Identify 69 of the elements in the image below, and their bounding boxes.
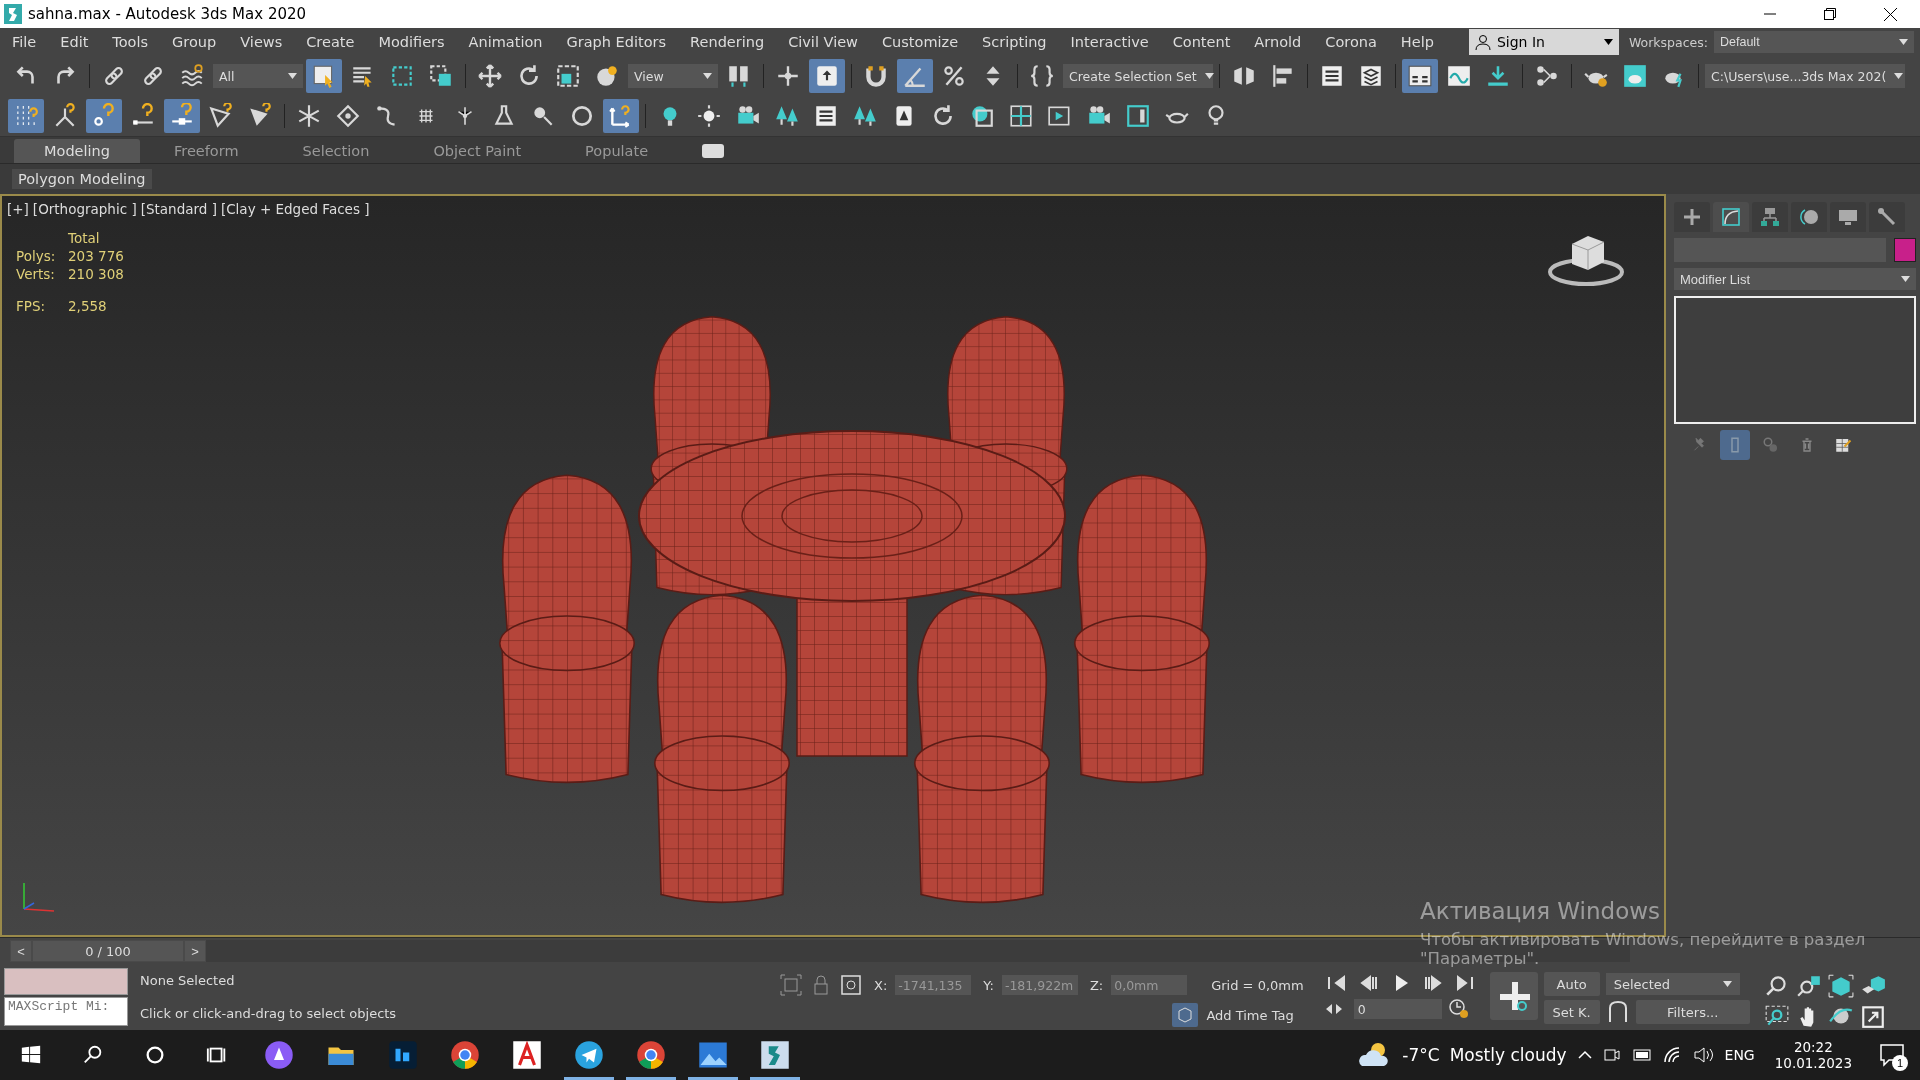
ribbon-tab[interactable]: Populate bbox=[555, 139, 679, 163]
workspaces-label: Workspaces: bbox=[1628, 34, 1708, 50]
weather-text[interactable]: Mostly cloudy bbox=[1449, 1045, 1567, 1065]
key-filters-button[interactable]: Filters... bbox=[1635, 1000, 1750, 1024]
set-key-mode-button[interactable]: Set K. bbox=[1543, 1000, 1600, 1024]
menu-item[interactable]: Animation bbox=[456, 34, 555, 50]
stats-label: FPS: bbox=[16, 298, 47, 314]
dropdown[interactable]: C:\Users\use...3ds Max 202( bbox=[1705, 64, 1905, 88]
menu-item[interactable]: Scripting bbox=[970, 34, 1059, 50]
time-slider-thumb[interactable]: < 0 / 100 > bbox=[10, 940, 206, 962]
notifications-button[interactable]: 1 bbox=[1872, 1035, 1912, 1075]
activation-title: Активация Windows bbox=[1420, 898, 1661, 924]
viewport-label[interactable]: [Clay + Edged Faces ] bbox=[220, 201, 370, 217]
selection-status: None Selected bbox=[140, 973, 236, 988]
menu-item[interactable]: Tools bbox=[100, 34, 161, 50]
ribbon-tab[interactable]: Selection bbox=[272, 139, 400, 163]
stats-header: Total bbox=[68, 230, 101, 246]
menu-item[interactable]: Group bbox=[160, 34, 229, 50]
menu-item[interactable]: Edit bbox=[48, 34, 101, 50]
stats-label: Verts: bbox=[16, 266, 56, 282]
ribbon-tab[interactable]: Freeform bbox=[143, 139, 269, 163]
viewport-label[interactable]: [Standard ] bbox=[140, 201, 217, 217]
coord-label: Z: bbox=[1089, 977, 1104, 993]
prompt-text: Click or click-and-drag to select objects bbox=[140, 1006, 398, 1021]
stats-value: 203 776 bbox=[68, 248, 124, 264]
menu-item[interactable]: Civil View bbox=[776, 34, 870, 50]
menu-item[interactable]: Help bbox=[1388, 34, 1446, 50]
menu-item[interactable]: Modifiers bbox=[366, 34, 457, 50]
temperature-text[interactable]: -7°C bbox=[1402, 1045, 1440, 1065]
auto-key-button[interactable]: Auto bbox=[1543, 972, 1600, 996]
key-mode-dropdown[interactable]: Selected bbox=[1605, 973, 1740, 995]
menu-item[interactable]: Rendering bbox=[678, 34, 777, 50]
workspaces-dropdown[interactable]: Default bbox=[1714, 31, 1914, 53]
stats-label: Polys: bbox=[16, 248, 57, 264]
grid-size: Grid = 0,0mm bbox=[1211, 977, 1304, 993]
viewport-label[interactable]: [Orthographic ] bbox=[32, 201, 137, 217]
add-time-tag-link[interactable]: Add Time Tag bbox=[1206, 1007, 1294, 1023]
window-title: sahna.max - Autodesk 3ds Max 2020 bbox=[28, 5, 308, 23]
stats-value: 2,558 bbox=[68, 298, 108, 314]
modifier-list-dropdown[interactable]: Modifier List bbox=[1674, 268, 1916, 290]
listener-field[interactable]: MAXScript Mi: bbox=[4, 997, 128, 1026]
previous-frame-button[interactable]: < bbox=[11, 941, 31, 961]
menu-item[interactable]: Arnold bbox=[1242, 34, 1314, 50]
language-indicator[interactable]: ENG bbox=[1724, 1047, 1755, 1063]
menu-item[interactable]: Graph Editors bbox=[554, 34, 679, 50]
notification-count: 1 bbox=[1892, 1055, 1908, 1071]
menu-item[interactable]: Views bbox=[228, 34, 295, 50]
menu-item[interactable]: Content bbox=[1160, 34, 1243, 50]
menu-item[interactable]: Corona bbox=[1313, 34, 1389, 50]
menu-item[interactable]: Customize bbox=[869, 34, 971, 50]
frame-counter: 0 / 100 bbox=[33, 941, 183, 961]
viewport-label[interactable]: [+] bbox=[7, 201, 29, 217]
dropdown[interactable]: View bbox=[628, 64, 718, 88]
next-frame-button[interactable]: > bbox=[185, 941, 205, 961]
stats-value: 210 308 bbox=[68, 266, 124, 282]
ribbon-tab[interactable]: Modeling bbox=[14, 139, 140, 163]
coord-label: X: bbox=[874, 977, 888, 993]
dropdown[interactable]: All bbox=[213, 64, 303, 88]
ribbon-panel-label[interactable]: Polygon Modeling bbox=[12, 169, 152, 189]
menu-item[interactable]: Create bbox=[294, 34, 367, 50]
coord-label: Y: bbox=[983, 977, 994, 993]
menu-item[interactable]: File bbox=[0, 34, 49, 50]
sign-in-dropdown[interactable]: Sign In bbox=[1468, 29, 1619, 55]
clock-time[interactable]: 20:22 bbox=[1793, 1039, 1833, 1055]
clock-date[interactable]: 10.01.2023 bbox=[1774, 1055, 1852, 1071]
menu-item[interactable]: Interactive bbox=[1058, 34, 1161, 50]
ribbon-tab[interactable]: Object Paint bbox=[403, 139, 552, 163]
frame-field[interactable]: 0 bbox=[1353, 999, 1442, 1019]
dropdown[interactable]: Create Selection Set bbox=[1063, 64, 1213, 88]
